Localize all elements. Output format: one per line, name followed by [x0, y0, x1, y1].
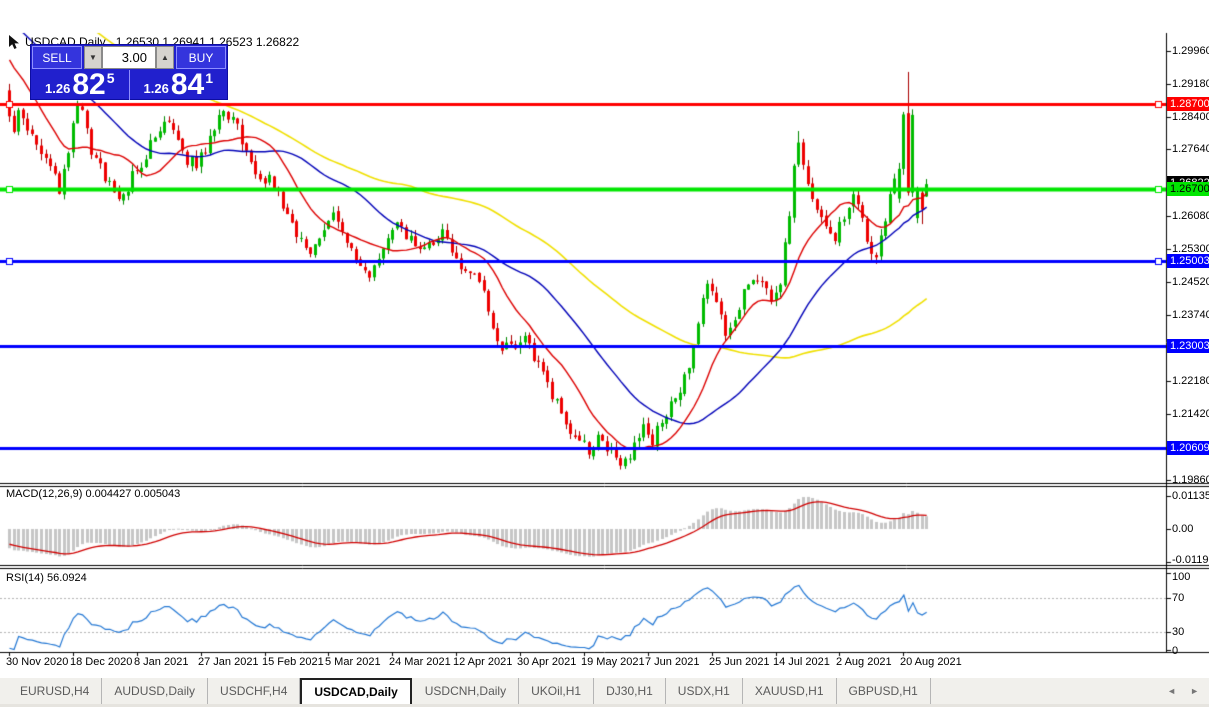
chart-tab-usdx[interactable]: USDX,H1 — [666, 678, 743, 704]
buy-button[interactable]: BUY — [176, 46, 226, 69]
chart-tab-usdcad[interactable]: USDCAD,Daily — [300, 678, 412, 704]
tab-scroll-arrows: ◄ ► — [1167, 678, 1199, 704]
chart-tab-ukoil[interactable]: UKOil,H1 — [519, 678, 595, 704]
tab-scroll-right-icon[interactable]: ► — [1190, 686, 1199, 696]
chart-window: USDCAD,Daily 1.26530 1.26941 1.26523 1.2… — [0, 0, 1209, 707]
volume-decrease-button[interactable]: ▼ — [84, 46, 102, 69]
one-click-trading-panel: SELL ▼ 3.00 ▲ BUY 1.26 82 5 1.26 84 1 — [30, 44, 228, 100]
trade-panel-prices: 1.26 82 5 1.26 84 1 — [31, 70, 227, 100]
sell-price-sup: 5 — [106, 70, 115, 86]
tab-scroll-left-icon[interactable]: ◄ — [1167, 686, 1176, 696]
chart-tab-eurusd[interactable]: EURUSD,H4 — [8, 678, 103, 704]
chart-tab-usdcnh[interactable]: USDCNH,Daily — [413, 678, 520, 704]
chart-tab-xauusd[interactable]: XAUUSD,H1 — [743, 678, 837, 704]
buy-price-sup: 1 — [205, 70, 213, 86]
application-window: 15M30H1H4D1W1MN USDCAD,Daily 1.26530 1.2… — [0, 0, 1209, 707]
chart-canvas[interactable] — [0, 0, 1209, 707]
volume-increase-button[interactable]: ▲ — [156, 46, 174, 69]
chart-tab-bar: EURUSD,H4 AUDUSD,Daily USDCHF,H4 USDCAD,Dai… — [0, 678, 1209, 704]
chart-tab-gbpusd[interactable]: GBPUSD,H1 — [837, 678, 931, 704]
buy-price[interactable]: 1.26 84 1 — [128, 68, 228, 101]
buy-price-big: 84 — [170, 68, 205, 101]
trade-panel-controls: SELL ▼ 3.00 ▲ BUY — [32, 46, 226, 69]
sell-button[interactable]: SELL — [32, 46, 82, 69]
sell-price-big: 82 — [72, 68, 106, 101]
chart-tab-audusd[interactable]: AUDUSD,Daily — [102, 678, 209, 704]
sell-price-prefix: 1.26 — [45, 81, 71, 96]
volume-field[interactable]: 3.00 — [102, 46, 156, 69]
chart-tab-dj30[interactable]: DJ30,H1 — [594, 678, 666, 704]
buy-price-prefix: 1.26 — [143, 81, 169, 96]
sell-price[interactable]: 1.26 82 5 — [31, 70, 129, 100]
chart-tab-usdchf[interactable]: USDCHF,H4 — [208, 678, 301, 704]
